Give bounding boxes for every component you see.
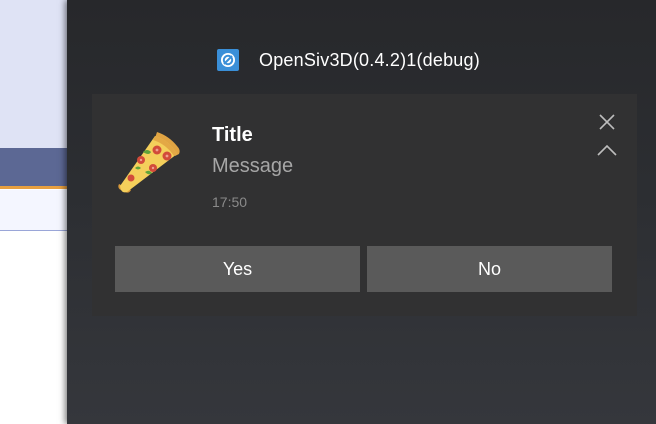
- yes-button[interactable]: Yes: [115, 246, 360, 292]
- pizza-slice-icon: [118, 132, 180, 193]
- background-app-field: [0, 190, 67, 231]
- close-icon[interactable]: [597, 112, 617, 132]
- action-center-panel: OpenSiv3D(0.4.2)1(debug) Title Message 1…: [67, 0, 656, 424]
- notification-message: Message: [212, 155, 294, 177]
- background-app-window: [0, 0, 67, 424]
- background-app-toolbar: [0, 148, 67, 186]
- background-app-accent-line: [0, 186, 67, 189]
- notification-timestamp: 17:50: [212, 194, 248, 210]
- opensiv3d-app-icon: [217, 49, 239, 71]
- notification-title: Title: [212, 124, 253, 146]
- notification-toast[interactable]: Title Message 17:50 Yes No: [92, 94, 637, 316]
- chevron-up-icon[interactable]: [597, 142, 617, 156]
- background-app-header: [0, 0, 67, 148]
- app-name: OpenSiv3D(0.4.2)1(debug): [259, 49, 480, 70]
- notification-app-header[interactable]: OpenSiv3D(0.4.2)1(debug): [217, 46, 480, 74]
- no-button[interactable]: No: [367, 246, 612, 292]
